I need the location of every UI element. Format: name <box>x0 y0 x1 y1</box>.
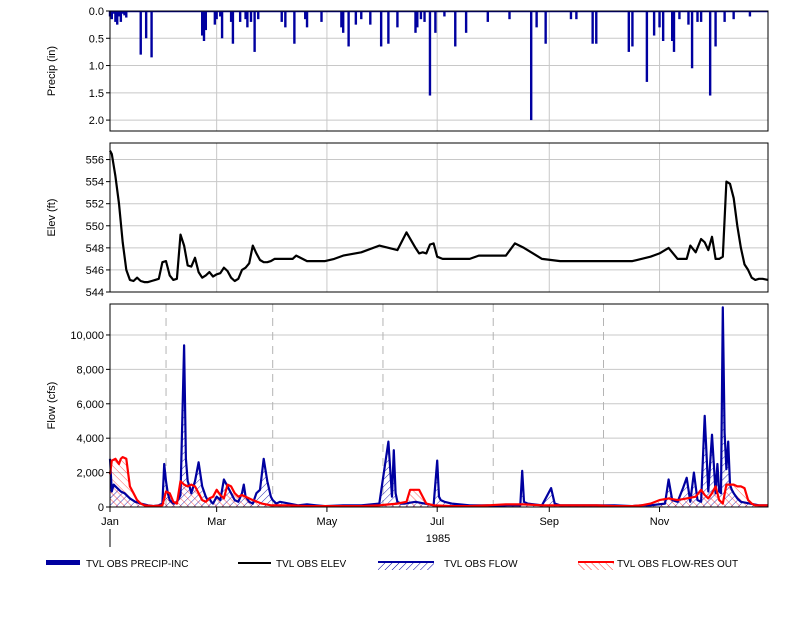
precip-bar <box>305 11 309 28</box>
elev-ytick-label: 544 <box>86 287 104 299</box>
precip-bar <box>379 11 383 47</box>
precip-bar <box>280 11 283 22</box>
elev-ytick-label: 552 <box>86 199 104 211</box>
precip-bar <box>627 11 631 52</box>
legend-swatch-precip <box>46 560 80 565</box>
precip-bar <box>423 11 426 22</box>
precip-ytick-label: 1.0 <box>89 61 104 73</box>
elev-ytick-label: 556 <box>86 155 104 167</box>
elev-ytick-label: 550 <box>86 221 104 233</box>
legend-swatch-resout-hatch <box>578 562 614 570</box>
precip-bar <box>293 11 296 44</box>
precip-bar <box>231 11 235 44</box>
flow-ytick-label: 6,000 <box>76 399 104 411</box>
precip-panel-frame <box>109 10 769 132</box>
flow-ytick-label: 2,000 <box>76 468 104 480</box>
flow-axis-title: Flow (cfs) <box>46 382 58 430</box>
precip-bar <box>253 11 256 52</box>
elev-series-line <box>109 150 769 284</box>
precip-axis-title: Precip (in) <box>46 46 58 96</box>
precip-bar <box>595 11 598 44</box>
legend: TVL OBS PRECIP-INC TVL OBS ELEV TVL OBS FL… <box>46 559 738 570</box>
legend-label: TVL OBS FLOW <box>444 559 518 570</box>
precip-bar <box>699 11 703 22</box>
data-layer <box>108 10 769 508</box>
precip-bar <box>320 11 323 22</box>
precip-bar <box>249 11 253 22</box>
legend-label: TVL OBS PRECIP-INC <box>86 559 188 570</box>
xtick-label: Jan <box>101 516 119 528</box>
precip-bar <box>341 11 345 33</box>
elev-ytick-label: 548 <box>86 243 104 255</box>
precip-bar <box>690 11 694 69</box>
flow-ytick-label: 10,000 <box>70 330 104 342</box>
precip-bar <box>696 11 699 22</box>
precip-bar <box>284 11 287 28</box>
precip-bar <box>428 11 432 96</box>
flow-series-line <box>108 306 768 508</box>
precip-ytick-label: 2.0 <box>89 115 104 127</box>
precip-bar <box>396 11 399 28</box>
xtick-label: May <box>317 516 338 528</box>
precip-bar <box>238 11 242 22</box>
xtick-label: Jul <box>430 516 444 528</box>
precip-bar <box>204 11 208 31</box>
xtick-label: Mar <box>207 516 226 528</box>
flow-ytick-label: 0 <box>98 502 104 514</box>
precip-bar <box>347 11 350 47</box>
precip-bar <box>464 11 468 33</box>
precip-bar <box>246 11 249 28</box>
precip-bar <box>591 11 594 44</box>
elev-ytick-label: 546 <box>86 265 104 277</box>
x-axis-year-label: 1985 <box>426 533 450 545</box>
precip-bar <box>544 11 547 44</box>
xtick-label: Nov <box>650 516 670 528</box>
precip-bar <box>139 11 142 55</box>
hydrograph-chart: 0.0 0.5 1.0 1.5 2.0 Precip (in) 544 546 548 550 55… <box>46 6 769 570</box>
precip-bar <box>631 11 634 47</box>
elev-ytick-label: 554 <box>86 177 104 189</box>
flow-ytick-label: 4,000 <box>76 433 104 445</box>
precip-ytick-label: 0.0 <box>89 6 104 18</box>
precip-bar <box>529 11 533 121</box>
precip-bar <box>387 11 390 44</box>
precip-bar <box>150 11 153 58</box>
precip-bar <box>434 11 437 33</box>
precip-bar <box>144 11 148 39</box>
precip-bar <box>658 11 661 28</box>
xtick-label: Sep <box>539 516 559 528</box>
precip-bar <box>687 11 690 25</box>
precip-ytick-label: 0.5 <box>89 33 104 45</box>
precip-bar <box>723 11 726 22</box>
precip-bar <box>416 11 419 28</box>
grid-layer <box>109 10 768 508</box>
precip-bar <box>652 11 656 36</box>
precip-bar <box>535 11 538 28</box>
elev-axis-title: Elev (ft) <box>46 199 58 237</box>
precip-bar <box>454 11 457 47</box>
precip-bar <box>714 11 717 47</box>
precip-bar <box>661 11 665 41</box>
legend-label: TVL OBS FLOW-RES OUT <box>617 559 738 570</box>
legend-label: TVL OBS ELEV <box>276 559 347 570</box>
precip-bar <box>354 11 358 25</box>
legend-swatch-flow-hatch <box>378 562 434 570</box>
flow-ytick-label: 8,000 <box>76 364 104 376</box>
text-layer: 0.0 0.5 1.0 1.5 2.0 Precip (in) 544 546 548 550 55… <box>46 6 670 545</box>
precip-ytick-label: 1.5 <box>89 88 104 100</box>
precip-bar <box>220 11 224 39</box>
precip-bar <box>672 11 676 52</box>
precip-bar <box>486 11 490 22</box>
precip-bar <box>708 11 712 96</box>
precip-bar <box>369 11 372 25</box>
precip-bar <box>645 11 649 82</box>
